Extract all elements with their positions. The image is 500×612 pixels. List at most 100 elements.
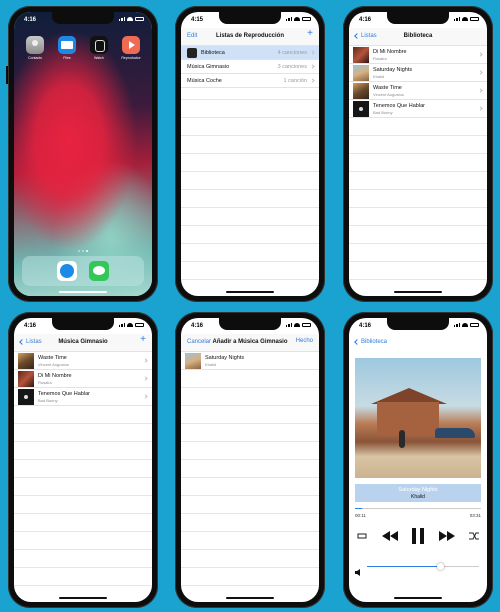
nav-bar: Biblioteca xyxy=(349,334,487,352)
home-indicator[interactable] xyxy=(59,597,107,599)
chevron-right-icon xyxy=(310,64,315,69)
song-row[interactable]: Waste Time Vincent Augustus xyxy=(349,82,487,100)
song-row[interactable]: Saturday Nights Khalid xyxy=(181,352,319,370)
battery-icon xyxy=(302,17,311,21)
song-row[interactable]: Tenemos Que Hablar Bad Bunny xyxy=(349,100,487,118)
now-playing-artist: Khalid xyxy=(411,494,425,500)
shuffle-icon[interactable] xyxy=(469,532,479,540)
song-title: Waste Time xyxy=(38,355,67,361)
song-title: Saturday Nights xyxy=(205,355,245,361)
song-artist: Vincent Augustus xyxy=(38,362,69,367)
watch-icon[interactable] xyxy=(90,36,108,54)
next-icon[interactable] xyxy=(438,531,455,541)
playlist-row[interactable]: Biblioteca 4 canciones xyxy=(181,46,319,60)
song-artist: Bad Bunny xyxy=(373,110,393,115)
app-files[interactable]: Files xyxy=(56,36,78,60)
song-list: Waste Time Vincent Augustus Di Mi Nombre… xyxy=(14,352,152,602)
chevron-right-icon xyxy=(478,70,483,75)
album-art xyxy=(353,83,369,99)
nav-bar: Listas Biblioteca xyxy=(349,28,487,46)
phone-home: 4:16 Contacts Files Watch Reproductor xyxy=(6,6,158,302)
app-label: Watch xyxy=(94,56,104,60)
repeat-icon[interactable] xyxy=(357,532,367,540)
phone-playlists: 4:15 Edit Listas de Reproducción + Bibli… xyxy=(175,6,325,302)
playlist-row[interactable]: Música Gimnasio 3 canciones xyxy=(181,60,319,74)
playback-controls xyxy=(355,526,481,546)
wifi-icon xyxy=(462,17,468,21)
playlist-name: Biblioteca xyxy=(201,50,225,56)
player-icon[interactable] xyxy=(122,36,140,54)
playlist-name: Música Gimnasio xyxy=(187,64,230,70)
song-title: Waste Time xyxy=(373,85,402,91)
status-time: 4:16 xyxy=(359,17,372,23)
volume-knob[interactable] xyxy=(436,563,444,570)
playlists-screen: 4:15 Edit Listas de Reproducción + Bibli… xyxy=(181,12,319,296)
back-label: Biblioteca xyxy=(361,339,388,345)
back-button[interactable]: Biblioteca xyxy=(354,339,388,345)
home-indicator[interactable] xyxy=(394,291,442,293)
page-title: Biblioteca xyxy=(403,33,433,39)
app-contacts[interactable]: Contacts xyxy=(24,36,46,60)
nav-bar: Listas Música Gimnasio + xyxy=(14,334,152,352)
page-title: Listas de Reproducción xyxy=(215,33,284,39)
contacts-icon[interactable] xyxy=(26,36,44,54)
add-song-button[interactable]: + xyxy=(140,335,146,345)
chevron-right-icon xyxy=(143,394,148,399)
library-icon xyxy=(187,48,197,58)
battery-icon xyxy=(302,323,311,327)
now-playing-title: Saturday Nights xyxy=(398,487,438,493)
battery-icon xyxy=(135,17,144,21)
wifi-icon xyxy=(462,323,468,327)
pause-icon[interactable] xyxy=(412,528,424,544)
app-label: Files xyxy=(63,56,71,60)
add-playlist-button[interactable]: + xyxy=(307,29,313,39)
total-time: 03:31 xyxy=(469,513,481,518)
messages-icon[interactable] xyxy=(89,261,109,281)
song-title: Di Mi Nombre xyxy=(38,373,72,379)
playlist-name: Música Coche xyxy=(187,78,222,84)
album-art xyxy=(353,101,369,117)
album-art xyxy=(18,389,34,405)
chevron-right-icon xyxy=(478,52,483,57)
home-indicator[interactable] xyxy=(59,291,107,293)
chevron-right-icon xyxy=(478,88,483,93)
chevron-right-icon xyxy=(310,78,315,83)
song-row[interactable]: Di Mi Nombre Rosalía xyxy=(349,46,487,64)
song-row[interactable]: Di Mi Nombre Rosalía xyxy=(14,370,152,388)
song-artist: Khalid xyxy=(205,362,217,367)
page-dots xyxy=(14,250,152,252)
app-watch[interactable]: Watch xyxy=(88,36,110,60)
album-art xyxy=(353,47,369,63)
player-screen: 4:16 Biblioteca Saturday Nights Khalid 0… xyxy=(349,318,487,602)
app-reproductor[interactable]: Reproductor xyxy=(120,36,142,60)
safari-icon[interactable] xyxy=(57,261,77,281)
song-row[interactable]: Saturday Nights Khalid xyxy=(349,64,487,82)
chevron-right-icon xyxy=(310,50,315,55)
playlist-count: 3 canciones xyxy=(277,64,307,70)
playlist-row[interactable]: Música Coche 1 canción xyxy=(181,74,319,88)
home-indicator[interactable] xyxy=(226,291,274,293)
home-indicator[interactable] xyxy=(394,597,442,599)
song-row[interactable]: Waste Time Vincent Augustus xyxy=(14,352,152,370)
previous-icon[interactable] xyxy=(381,531,398,541)
song-artist: Vincent Augustus xyxy=(373,92,404,97)
app-grid: Contacts Files Watch Reproductor xyxy=(24,36,142,60)
album-art xyxy=(18,371,34,387)
volume-slider[interactable] xyxy=(355,562,481,576)
status-time: 4:16 xyxy=(359,323,372,329)
song-title: Di Mi Nombre xyxy=(373,49,407,55)
add-sheet-screen: 4:16 Cancelar Añadir a Música Gimnasio H… xyxy=(181,318,319,602)
song-title: Saturday Nights xyxy=(373,67,413,73)
progress-bar[interactable] xyxy=(355,508,481,509)
home-indicator[interactable] xyxy=(226,597,274,599)
now-playing-box: Saturday Nights Khalid xyxy=(355,484,481,502)
files-icon[interactable] xyxy=(58,36,76,54)
song-artist: Bad Bunny xyxy=(38,398,58,403)
song-row[interactable]: Tenemos Que Hablar Bad Bunny xyxy=(14,388,152,406)
song-list: Saturday Nights Khalid xyxy=(181,352,319,602)
gym-screen: 4:16 Listas Música Gimnasio + Waste Time… xyxy=(14,318,152,602)
wifi-icon xyxy=(294,323,300,327)
song-title: Tenemos Que Hablar xyxy=(373,103,425,109)
done-button[interactable]: Hecho xyxy=(296,338,313,344)
album-art xyxy=(185,353,201,369)
